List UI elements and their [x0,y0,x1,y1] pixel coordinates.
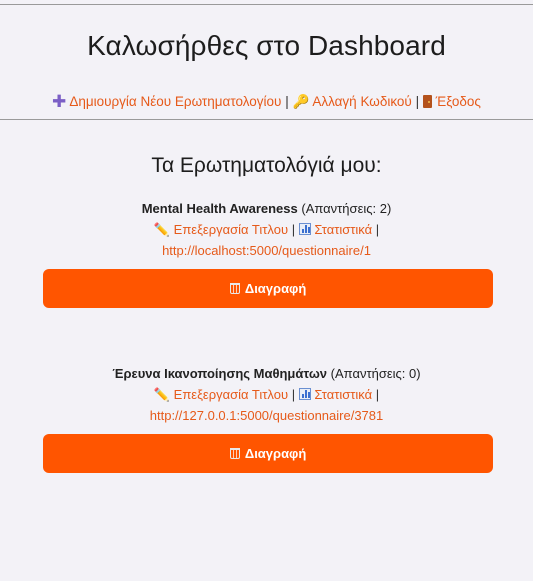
bar-chart-icon [298,388,311,400]
questionnaire-item: Έρευνα Ικανοποίησης Μαθημάτων (Απαντήσει… [0,363,533,426]
delete-button[interactable]: Διαγραφή [43,269,493,308]
nav-separator: | [415,94,420,109]
pencil-icon: ✏️ [153,387,171,402]
top-divider [0,4,533,5]
response-count: (Απαντήσεις: 2) [301,201,392,216]
action-separator: | [291,222,296,237]
nav-separator: | [285,94,289,109]
questionnaire-title: Mental Health Awareness [141,201,298,216]
nav-bar: ✚ Δημιουργία Νέου Ερωτηματολογίου | 🔑 Αλ… [0,92,533,112]
questionnaire-item: Mental Health Awareness (Απαντήσεις: 2) … [0,198,533,261]
action-separator: | [375,387,380,402]
statistics-link[interactable]: Στατιστικά [314,387,372,402]
delete-label: Διαγραφή [244,281,307,296]
response-count: (Απαντήσεις: 0) [330,366,421,381]
dashboard-page: Καλωσήρθες στο Dashboard ✚ Δημιουργία Νέ… [0,0,533,581]
trash-icon [229,448,240,459]
create-questionnaire-link[interactable]: Δημιουργία Νέου Ερωτηματολογίου [69,94,281,109]
delete-label: Διαγραφή [244,446,307,461]
action-separator: | [375,222,380,237]
edit-title-link[interactable]: Επεξεργασία Τιτλου [174,222,288,237]
questionnaire-title: Έρευνα Ικανοποίησης Μαθημάτων [112,366,328,381]
change-password-link[interactable]: Αλλαγή Κωδικού [312,94,411,109]
questionnaire-actions: ✏️ Επεξεργασία Τιτλου | Στατιστικά | [0,219,533,240]
section-title: Τα Ερωτηματολόγιά μου: [151,154,382,177]
delete-button[interactable]: Διαγραφή [43,434,493,473]
logout-link[interactable]: Έξοδος [436,94,481,109]
header-divider [0,119,533,120]
plus-icon: ✚ [52,92,67,111]
questionnaire-url-link[interactable]: http://127.0.0.1:5000/questionnaire/3781 [150,408,383,423]
questionnaire-heading: Έρευνα Ικανοποίησης Μαθημάτων (Απαντήσει… [0,363,533,384]
pencil-icon: ✏️ [153,222,171,237]
questionnaire-heading: Mental Health Awareness (Απαντήσεις: 2) [0,198,533,219]
key-icon: 🔑 [292,94,310,109]
edit-title-link[interactable]: Επεξεργασία Τιτλου [174,387,288,402]
statistics-link[interactable]: Στατιστικά [314,222,372,237]
door-icon [422,95,432,108]
trash-icon [229,283,240,294]
bar-chart-icon [298,223,311,235]
questionnaire-actions: ✏️ Επεξεργασία Τιτλου | Στατιστικά | [0,384,533,405]
action-separator: | [291,387,296,402]
page-title: Καλωσήρθες στο Dashboard [87,30,446,61]
questionnaire-url-link[interactable]: http://localhost:5000/questionnaire/1 [162,243,371,258]
